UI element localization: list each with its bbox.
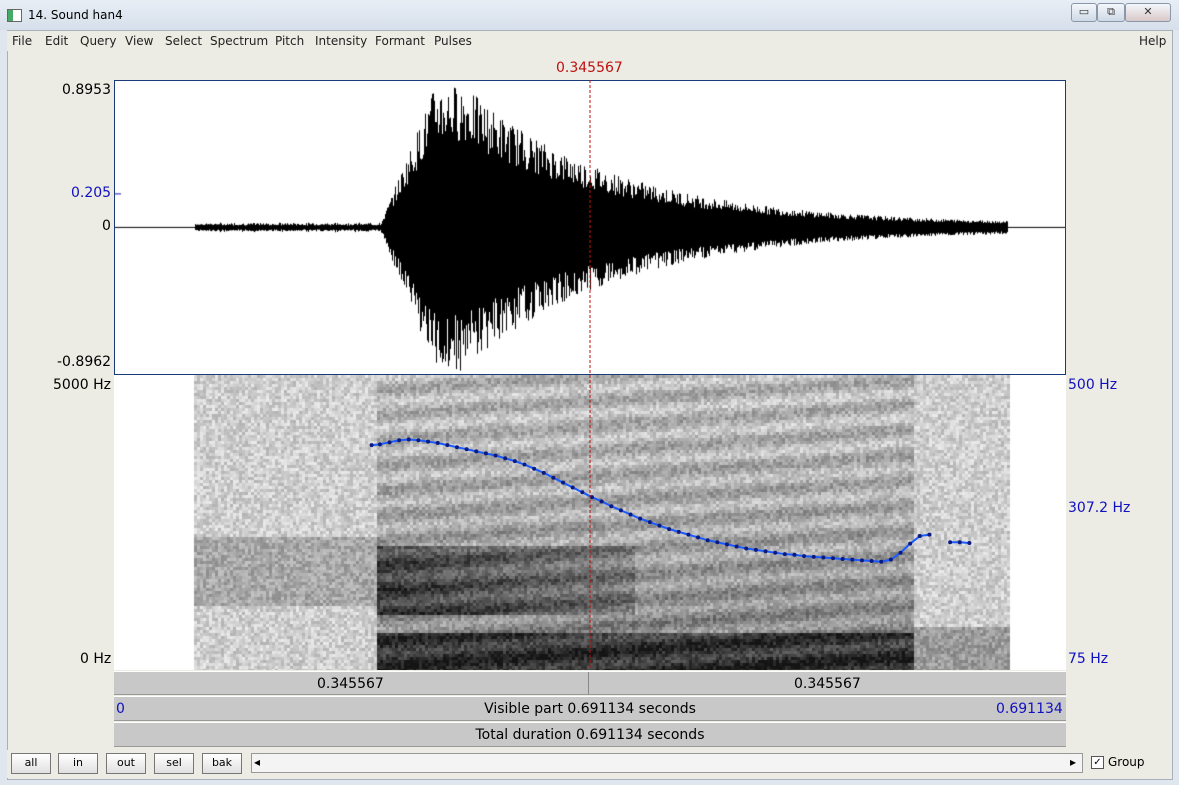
app-icon bbox=[7, 9, 22, 22]
spectrogram-bottom-label: 0 Hz bbox=[80, 651, 112, 667]
maximize-button[interactable]: ⧉ bbox=[1097, 3, 1125, 22]
menu-select[interactable]: Select bbox=[165, 34, 202, 48]
time-left-label[interactable]: 0.345567 bbox=[317, 676, 384, 692]
total-duration-label: Total duration 0.691134 seconds bbox=[475, 727, 705, 743]
time-right-label[interactable]: 0.345567 bbox=[794, 676, 861, 692]
zoom-sel-button[interactable]: sel bbox=[154, 753, 194, 774]
visible-part-label: Visible part 0.691134 seconds bbox=[484, 701, 696, 717]
close-button[interactable]: ✕ bbox=[1125, 3, 1171, 22]
zoom-out-button[interactable]: out bbox=[106, 753, 146, 774]
window-title: 14. Sound han4 bbox=[28, 8, 123, 22]
waveform-marker-label: 0.205 bbox=[71, 185, 112, 201]
time-bar[interactable]: 0.345567 0.345567 bbox=[114, 671, 1066, 695]
pitch-mid-label: 307.2 Hz bbox=[1068, 500, 1131, 516]
waveform-max-label: 0.8953 bbox=[62, 82, 111, 98]
zoom-in-button[interactable]: in bbox=[58, 753, 98, 774]
menu-intensity[interactable]: Intensity bbox=[315, 34, 367, 48]
visible-end-label: 0.691134 bbox=[996, 701, 1063, 717]
zoom-all-button[interactable]: all bbox=[11, 753, 51, 774]
waveform-min-label: -0.8962 bbox=[57, 354, 112, 370]
total-duration-bar[interactable]: Total duration 0.691134 seconds bbox=[114, 722, 1066, 747]
group-checkbox[interactable]: ✓ bbox=[1091, 756, 1104, 769]
group-label: Group bbox=[1108, 755, 1145, 769]
time-scrollbar[interactable]: ◂ ▸ bbox=[251, 753, 1083, 773]
time-bar-divider bbox=[588, 672, 589, 694]
zoom-back-button[interactable]: bak bbox=[202, 753, 242, 774]
pitch-top-label: 500 Hz bbox=[1068, 377, 1118, 393]
cursor-overlay bbox=[589, 80, 591, 670]
menu-edit[interactable]: Edit bbox=[45, 34, 68, 48]
visible-part-bar[interactable]: 0 Visible part 0.691134 seconds 0.691134 bbox=[114, 696, 1066, 721]
scroll-left-arrow[interactable]: ◂ bbox=[254, 755, 260, 769]
menu-formant[interactable]: Formant bbox=[375, 34, 425, 48]
waveform-zero-label: 0 bbox=[102, 218, 111, 234]
cursor-time-label: 0.345567 bbox=[556, 60, 623, 76]
menu-query[interactable]: Query bbox=[80, 34, 116, 48]
menu-pulses[interactable]: Pulses bbox=[434, 34, 472, 48]
pitch-bottom-label: 75 Hz bbox=[1068, 651, 1109, 667]
spectrogram-top-label: 5000 Hz bbox=[53, 377, 111, 393]
menu-pitch[interactable]: Pitch bbox=[275, 34, 304, 48]
menu-help[interactable]: Help bbox=[1139, 34, 1166, 48]
minimize-button[interactable]: ▭ bbox=[1071, 3, 1097, 22]
menu-file[interactable]: File bbox=[12, 34, 32, 48]
title-bar bbox=[0, 0, 1179, 30]
menu-view[interactable]: View bbox=[125, 34, 153, 48]
scroll-right-arrow[interactable]: ▸ bbox=[1070, 755, 1076, 769]
menu-spectrum[interactable]: Spectrum bbox=[210, 34, 268, 48]
